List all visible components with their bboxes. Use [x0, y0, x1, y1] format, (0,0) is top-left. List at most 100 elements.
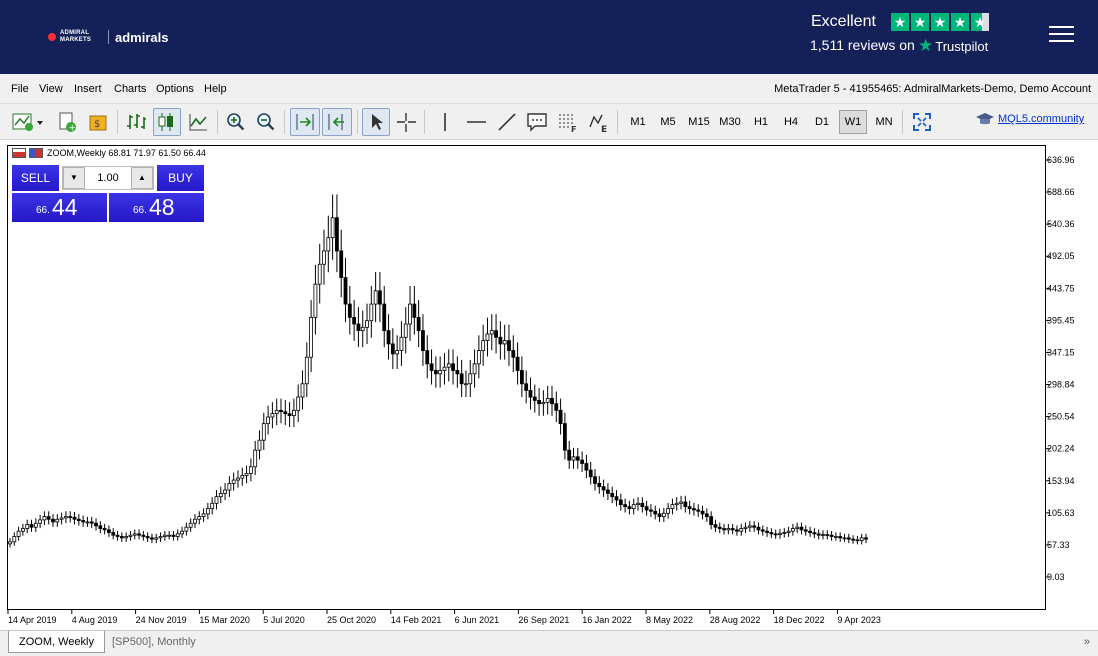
candle-body [541, 401, 546, 405]
candle-body [558, 409, 563, 425]
sell-button[interactable]: SELL [12, 165, 59, 191]
candle-body [825, 534, 830, 536]
chart-window-icon [12, 148, 26, 158]
candle-body [623, 504, 628, 508]
candle-body [76, 518, 81, 521]
lot-decrease-button[interactable]: ▼ [63, 167, 85, 189]
candle-body [515, 356, 520, 371]
candle-body [597, 482, 602, 488]
candle-body [12, 536, 17, 543]
candle-body [360, 326, 365, 332]
candle-body [773, 533, 778, 536]
candle-body [64, 516, 68, 519]
candle-body [317, 263, 322, 285]
candle-body [614, 496, 619, 501]
candle-body [89, 521, 94, 524]
candle-body [674, 502, 679, 506]
candle-body [8, 541, 12, 545]
y-tick-label: 540.36 [1047, 219, 1075, 229]
candle-body [365, 320, 369, 328]
candle-body [283, 411, 288, 415]
candle-body [778, 532, 782, 535]
candle-body [610, 492, 615, 498]
candle-body [464, 383, 468, 386]
candle-body [412, 303, 417, 318]
candle-body [666, 508, 671, 514]
candle-body [180, 530, 184, 535]
candle-body [46, 516, 51, 520]
candle-body [446, 363, 451, 368]
tab-sp500-monthly[interactable]: [SP500], Monthly [102, 631, 206, 653]
candle-body [382, 303, 387, 332]
candle-body [429, 363, 434, 371]
candle-body [162, 534, 167, 537]
candle-body [601, 486, 606, 491]
candle-body [657, 513, 662, 517]
tab-zoom-weekly[interactable]: ZOOM, Weekly [8, 631, 105, 653]
candle-body [717, 526, 722, 529]
candle-body [231, 479, 236, 484]
tabs-scroll-right-icon[interactable]: » [1084, 636, 1090, 648]
candle-body [124, 536, 129, 539]
candle-body [782, 532, 787, 534]
candle-body [704, 513, 709, 517]
candle-body [735, 529, 739, 532]
candle-body [567, 449, 572, 461]
candle-body [205, 508, 210, 515]
buy-button[interactable]: BUY [157, 165, 204, 191]
candle-body [197, 516, 202, 520]
lot-increase-button[interactable]: ▲ [131, 167, 153, 189]
candle-body [481, 340, 486, 351]
candle-body [171, 534, 176, 537]
candle-body [790, 528, 795, 532]
x-tick-label: 9 Apr 2023 [837, 615, 881, 625]
candle-body [661, 512, 666, 517]
candle-body [330, 217, 335, 239]
candle-body [304, 356, 309, 385]
candle-body [25, 524, 30, 529]
candle-body [700, 510, 705, 515]
candle-body [270, 413, 275, 418]
candle-body [554, 403, 559, 411]
y-tick-label: 9.03 [1047, 572, 1065, 582]
candle-body [326, 237, 331, 252]
candle-body [433, 370, 438, 375]
candle-body [55, 518, 60, 523]
price-chart: 636.96 588.66 540.36 492.05 443.75 395.45 347.… [7, 155, 1075, 625]
candle-body [111, 532, 116, 536]
candle-body [799, 526, 804, 531]
y-tick-label: 57.33 [1047, 540, 1070, 550]
y-tick-label: 202.24 [1047, 444, 1075, 454]
candle-body [803, 529, 808, 532]
candle-body [687, 506, 692, 510]
candle-body [756, 526, 761, 531]
sell-price[interactable]: 66. 44 [12, 193, 107, 222]
candle-body [846, 537, 851, 540]
candle-body [696, 509, 701, 512]
x-tick-label: 14 Feb 2021 [391, 615, 442, 625]
candle-body [81, 520, 86, 523]
candle-body [438, 370, 443, 375]
candle-body [107, 529, 111, 533]
candle-body [808, 530, 812, 533]
candle-body [279, 409, 283, 413]
candle-body [679, 501, 683, 504]
lot-size-input[interactable] [85, 167, 131, 189]
candle-body [403, 323, 408, 338]
candle-body [128, 534, 133, 537]
candle-body [571, 456, 576, 461]
y-tick-label: 395.45 [1047, 315, 1075, 325]
candle-body [507, 340, 511, 351]
candle-body [175, 533, 180, 537]
y-tick-label: 588.66 [1047, 187, 1075, 197]
buy-price[interactable]: 66. 48 [109, 193, 204, 222]
x-tick-label: 6 Jun 2021 [455, 615, 500, 625]
candle-body [476, 350, 481, 365]
candle-body [545, 397, 550, 403]
x-tick-label: 4 Aug 2019 [72, 615, 118, 625]
candle-body [154, 537, 159, 540]
candle-body [584, 463, 589, 471]
candle-body [343, 277, 348, 305]
candle-body [524, 383, 529, 391]
candle-body [313, 283, 318, 318]
